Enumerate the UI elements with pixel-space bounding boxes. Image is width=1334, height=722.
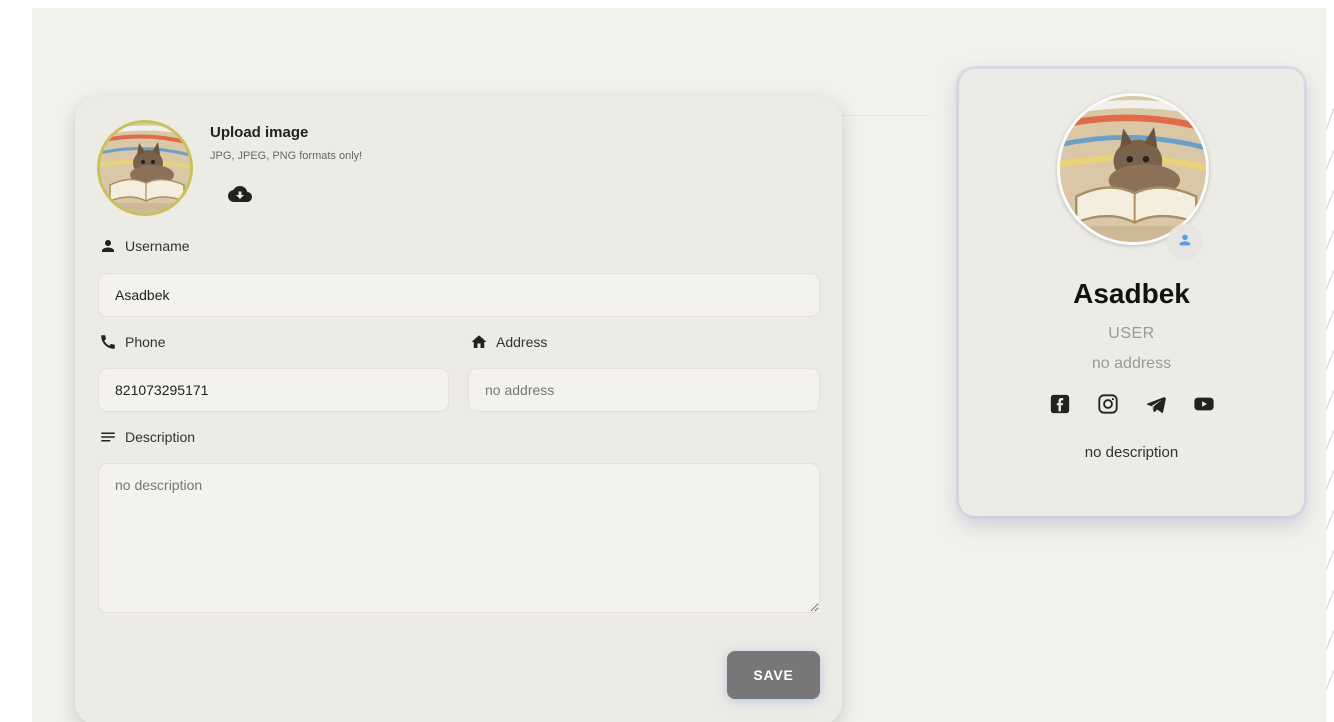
description-label-text: Description xyxy=(125,429,196,445)
youtube-icon[interactable] xyxy=(1193,393,1215,415)
profile-name: Asadbek xyxy=(1073,278,1190,309)
description-label: Description xyxy=(99,428,195,446)
phone-icon xyxy=(99,333,117,351)
role-badge xyxy=(1167,224,1203,260)
person-icon xyxy=(1177,232,1193,253)
profile-address: no address xyxy=(1091,355,1172,372)
profile-preview-card: Asadbek USER no address no description xyxy=(959,69,1304,516)
instagram-icon[interactable] xyxy=(1097,393,1119,415)
facebook-icon[interactable] xyxy=(1049,393,1071,415)
telegram-icon[interactable] xyxy=(1145,393,1167,415)
notes-icon xyxy=(99,428,117,446)
description-textarea[interactable] xyxy=(98,463,820,613)
username-input[interactable] xyxy=(98,273,820,317)
username-label-text: Username xyxy=(125,238,190,254)
phone-label-text: Phone xyxy=(125,334,166,350)
social-links xyxy=(959,393,1304,415)
profile-avatar xyxy=(1057,93,1209,245)
phone-input[interactable] xyxy=(98,368,449,412)
phone-label: Phone xyxy=(99,333,165,351)
username-label: Username xyxy=(99,237,190,255)
upload-format-hint: JPG, JPEG, PNG formats only! xyxy=(210,150,363,162)
divider xyxy=(840,115,930,116)
avatar-preview[interactable] xyxy=(97,120,193,216)
address-label-text: Address xyxy=(496,334,548,350)
profile-role: USER xyxy=(1108,325,1155,342)
profile-description: no description xyxy=(1084,444,1179,461)
edit-profile-card: Upload image JPG, JPEG, PNG formats only… xyxy=(75,96,842,722)
save-button[interactable]: SAVE xyxy=(727,651,820,699)
cat-reading-photo xyxy=(1060,96,1206,242)
cat-reading-photo xyxy=(100,123,190,213)
person-icon xyxy=(99,237,117,255)
address-label: Address xyxy=(470,333,547,351)
home-icon xyxy=(470,333,488,351)
upload-image-title: Upload image xyxy=(210,124,309,141)
address-input[interactable] xyxy=(468,368,820,412)
edge-decoration xyxy=(1326,107,1334,691)
page: Upload image JPG, JPEG, PNG formats only… xyxy=(32,8,1326,722)
cloud-download-icon[interactable] xyxy=(228,182,252,206)
